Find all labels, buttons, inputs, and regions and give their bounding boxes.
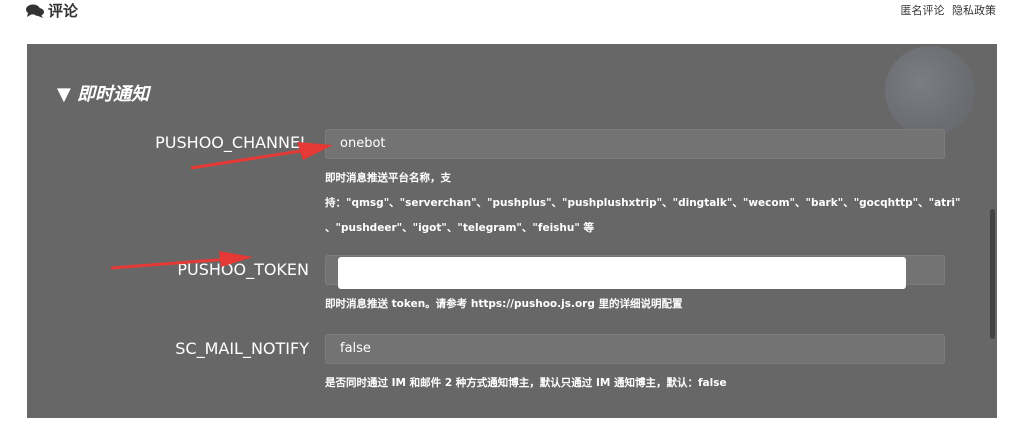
comments-title: 评论 <box>48 2 79 20</box>
sc-mail-notify-label: SC_MAIL_NOTIFY <box>175 339 309 358</box>
sc-mail-notify-value: false <box>340 341 371 356</box>
scrollbar[interactable] <box>990 209 995 339</box>
pushoo-token-input[interactable] <box>338 257 906 289</box>
header-links: 匿名评论 隐私政策 <box>897 2 997 18</box>
section-title[interactable]: ▼ 即时通知 <box>57 80 149 106</box>
annotation-arrow-token <box>110 251 253 270</box>
pushoo-channel-help-line2: 持："qmsg"、"serverchan"、"pushplus"、"pushpl… <box>325 197 961 209</box>
pushoo-channel-field[interactable]: onebot <box>325 129 945 159</box>
anonymous-comment-link[interactable]: 匿名评论 <box>901 4 945 17</box>
comments-heading: 评论 <box>26 0 78 21</box>
settings-overlay-panel: ▼ 即时通知 PUSHOO_CHANNEL onebot 即时消息推送平台名称，… <box>27 44 997 418</box>
page-header: 评论 匿名评论 隐私政策 <box>0 0 1030 24</box>
pushoo-channel-help-line1: 即时消息推送平台名称，支 <box>325 172 451 184</box>
pushoo-channel-help-line3: 、"pushdeer"、"igot"、"telegram"、"feishu" 等 <box>325 222 594 234</box>
pushoo-token-help: 即时消息推送 token。请参考 https://pushoo.js.org 里… <box>325 298 683 310</box>
pushoo-channel-value: onebot <box>340 136 386 151</box>
annotation-arrow-channel <box>190 142 333 170</box>
sc-mail-notify-field[interactable]: false <box>325 334 945 364</box>
comments-icon <box>26 4 44 18</box>
sc-mail-notify-help: 是否同时通过 IM 和邮件 2 种方式通知博主，默认只通过 IM 通知博主，默认… <box>325 377 727 389</box>
pushoo-channel-help: 即时消息推送平台名称，支 持："qmsg"、"serverchan"、"push… <box>325 166 961 241</box>
background-avatar <box>885 46 975 136</box>
privacy-policy-link[interactable]: 隐私政策 <box>952 4 996 17</box>
